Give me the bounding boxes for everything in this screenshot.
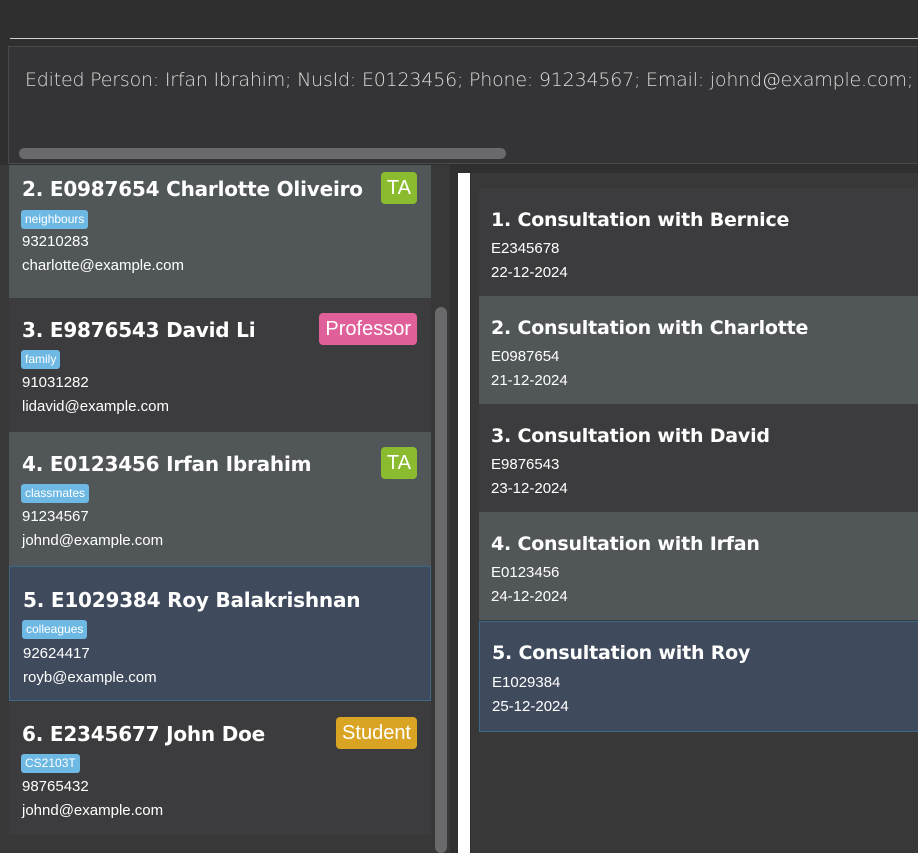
person-email: charlotte@example.com bbox=[22, 257, 184, 274]
person-phone: 91031282 bbox=[22, 374, 89, 391]
role-badge: Professor bbox=[319, 313, 417, 345]
person-email: johnd@example.com bbox=[22, 532, 164, 549]
consultation-card[interactable]: 4. Consultation with Irfan E0123456 24-1… bbox=[479, 512, 918, 620]
result-text: Edited Person: Irfan Ibrahim; NusId: E01… bbox=[25, 69, 918, 91]
person-phone: 92624417 bbox=[23, 645, 90, 662]
consultation-date: 24-12-2024 bbox=[491, 588, 568, 605]
consultation-title: 5. Consultation with Roy bbox=[492, 642, 751, 664]
person-title: 2. E0987654 Charlotte Oliveiro bbox=[22, 177, 363, 201]
role-badge: Student bbox=[336, 717, 417, 749]
person-card[interactable]: 6. E2345677 John Doe Student CS2103T 987… bbox=[9, 701, 431, 835]
consultation-title: 2. Consultation with Charlotte bbox=[491, 317, 809, 339]
result-display[interactable]: Edited Person: Irfan Ibrahim; NusId: E01… bbox=[8, 46, 918, 164]
person-tag: classmates bbox=[21, 484, 90, 503]
consultation-student-id: E9876543 bbox=[491, 456, 560, 473]
role-badge: TA bbox=[380, 172, 417, 204]
person-title: 6. E2345677 John Doe bbox=[22, 722, 266, 746]
person-card[interactable]: 3. E9876543 David Li Professor family 91… bbox=[9, 298, 431, 432]
person-tag: family bbox=[21, 350, 61, 369]
consultation-title: 1. Consultation with Bernice bbox=[491, 209, 790, 231]
person-phone: 98765432 bbox=[22, 778, 89, 795]
consultation-date: 22-12-2024 bbox=[491, 264, 568, 281]
person-list-panel: 2. E0987654 Charlotte Oliveiro TA neighb… bbox=[0, 165, 450, 853]
consultation-card-selected[interactable]: 5. Consultation with Roy E1029384 25-12-… bbox=[479, 621, 918, 732]
person-email: johnd@example.com bbox=[22, 802, 164, 819]
person-card[interactable]: 2. E0987654 Charlotte Oliveiro TA neighb… bbox=[9, 165, 431, 298]
menu-bar bbox=[0, 0, 918, 38]
person-tag: CS2103T bbox=[21, 754, 80, 773]
person-tag: neighbours bbox=[21, 210, 89, 229]
split-pane-divider[interactable] bbox=[458, 173, 470, 853]
person-title: 5. E1029384 Roy Balakrishnan bbox=[23, 588, 361, 612]
person-title: 3. E9876543 David Li bbox=[22, 318, 256, 342]
consultation-title: 3. Consultation with David bbox=[491, 425, 770, 447]
person-phone: 91234567 bbox=[22, 508, 89, 525]
person-email: lidavid@example.com bbox=[22, 398, 169, 415]
person-phone: 93210283 bbox=[22, 233, 89, 250]
person-card[interactable]: 4. E0123456 Irfan Ibrahim TA classmates … bbox=[9, 432, 431, 566]
person-tag: colleagues bbox=[22, 620, 88, 639]
consultation-card[interactable]: 1. Consultation with Bernice E2345678 22… bbox=[479, 188, 918, 296]
command-box-underline bbox=[10, 38, 918, 39]
person-email: royb@example.com bbox=[23, 669, 157, 686]
person-title: 4. E0123456 Irfan Ibrahim bbox=[22, 452, 312, 476]
consultation-date: 23-12-2024 bbox=[491, 480, 568, 497]
consultation-student-id: E1029384 bbox=[492, 674, 561, 691]
consultation-student-id: E0987654 bbox=[491, 348, 560, 365]
consultation-card[interactable]: 2. Consultation with Charlotte E0987654 … bbox=[479, 296, 918, 404]
consultation-title: 4. Consultation with Irfan bbox=[491, 533, 760, 555]
result-horizontal-scrollbar[interactable] bbox=[19, 148, 506, 159]
person-list-scrollbar-thumb[interactable] bbox=[435, 307, 447, 853]
consultation-date: 21-12-2024 bbox=[491, 372, 568, 389]
consultation-list-panel: 1. Consultation with Bernice E2345678 22… bbox=[471, 173, 918, 853]
role-badge: TA bbox=[380, 447, 417, 479]
consultation-card[interactable]: 3. Consultation with David E9876543 23-1… bbox=[479, 404, 918, 512]
consultation-student-id: E0123456 bbox=[491, 564, 560, 581]
consultation-date: 25-12-2024 bbox=[492, 698, 569, 715]
consultation-student-id: E2345678 bbox=[491, 240, 560, 257]
person-card-selected[interactable]: 5. E1029384 Roy Balakrishnan colleagues … bbox=[9, 566, 431, 701]
